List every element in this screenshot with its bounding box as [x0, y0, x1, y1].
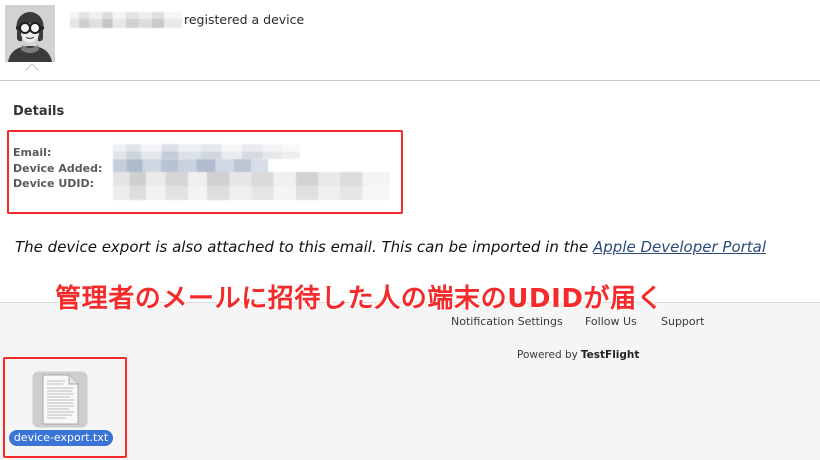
- annotation-highlight-details: [7, 130, 403, 214]
- annotation-caption: 管理者のメールに招待した人の端末のUDIDが届く: [55, 284, 664, 314]
- redacted-user-name: [70, 12, 182, 28]
- support-link[interactable]: Support: [661, 315, 704, 329]
- bubble-notch: [25, 63, 39, 71]
- export-note: The device export is also attached to th…: [15, 238, 766, 256]
- powered-by: Powered by TestFlight: [517, 348, 639, 362]
- email-view: registered a device Details Email: Devic…: [0, 0, 820, 460]
- attachment-filename[interactable]: device-export.txt: [9, 430, 113, 446]
- apple-developer-portal-link[interactable]: Apple Developer Portal: [593, 238, 766, 256]
- notification-settings-link[interactable]: Notification Settings: [451, 315, 563, 329]
- avatar: [5, 5, 55, 62]
- activity-text: registered a device: [184, 12, 305, 27]
- details-heading: Details: [13, 104, 65, 119]
- testflight-brand: TestFlight: [580, 349, 640, 361]
- activity-header: registered a device: [0, 0, 820, 81]
- export-note-text: The device export is also attached to th…: [15, 238, 594, 256]
- powered-by-label: Powered by: [517, 349, 578, 361]
- text-file-icon[interactable]: [32, 371, 88, 428]
- follow-us-link[interactable]: Follow Us: [585, 315, 637, 329]
